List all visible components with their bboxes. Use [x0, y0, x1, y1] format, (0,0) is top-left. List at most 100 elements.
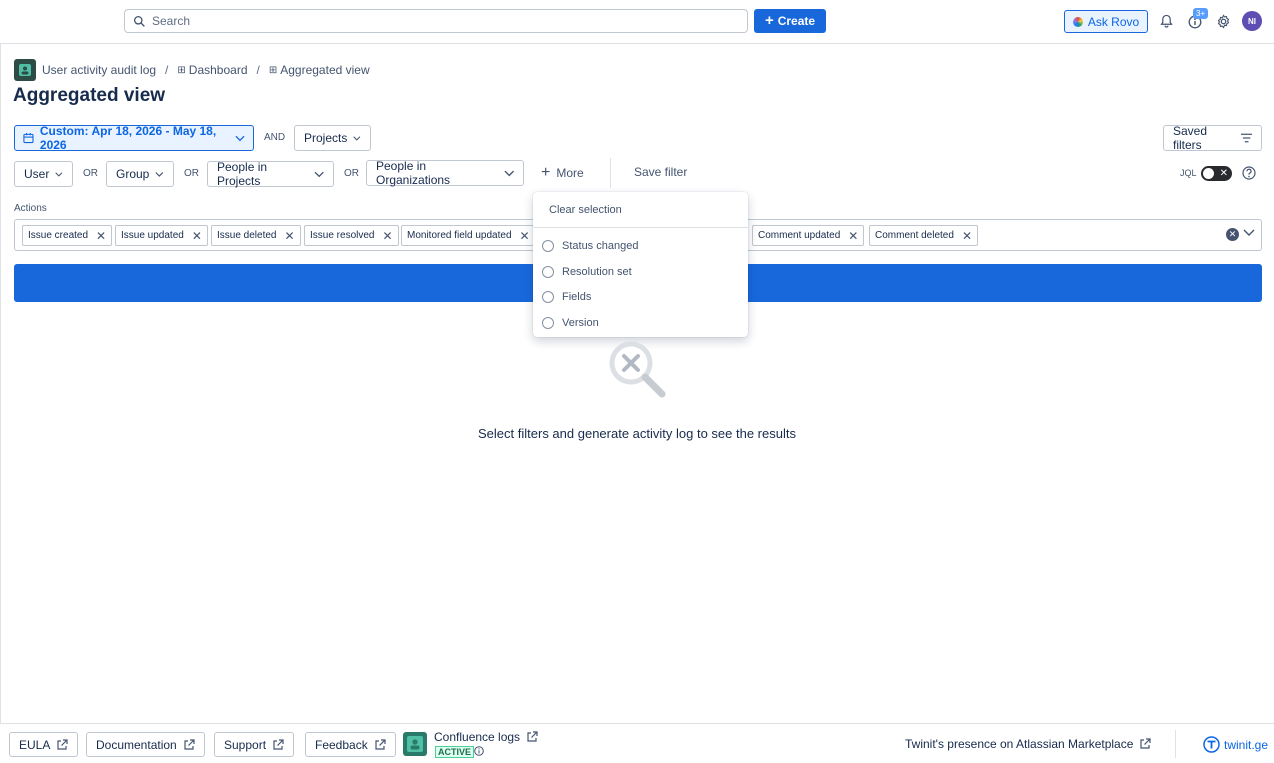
action-tag: Issue updated ✕ [115, 225, 208, 246]
tag-label: Comment deleted [875, 230, 954, 241]
create-button-label: Create [777, 14, 816, 28]
people-in-organizations-dropdown[interactable]: People in Organizations [366, 159, 524, 187]
dashboard-icon: ⊞ [177, 64, 186, 76]
documentation-label: Documentation [96, 737, 177, 752]
option-status-changed[interactable]: Status changed [542, 240, 638, 252]
radio-icon [542, 291, 554, 303]
chevron-down-icon [503, 170, 514, 176]
save-filter-button[interactable]: Save filter [634, 165, 687, 179]
toggle-knob [1203, 168, 1214, 179]
option-fields[interactable]: Fields [542, 291, 591, 303]
date-range-picker[interactable]: Custom: Apr 18, 2026 - May 18, 2026 [14, 124, 254, 152]
twinit-brand-link[interactable]: twinit.ge [1203, 736, 1268, 753]
user-dropdown[interactable]: User [14, 161, 73, 187]
actions-label: Actions [14, 203, 47, 214]
action-tag: Issue created ✕ [22, 225, 113, 246]
active-status-badge: ACTIVE [435, 746, 475, 758]
saved-filters-label: Saved filters [1173, 124, 1208, 152]
confluence-logs-app-icon [403, 732, 427, 756]
option-label: Version [562, 317, 599, 329]
help-icon[interactable] [1242, 166, 1256, 180]
search-input[interactable]: Search [124, 9, 748, 33]
info-icon[interactable] [474, 746, 484, 756]
plus-icon: + [764, 12, 774, 29]
settings-gear-icon[interactable] [1215, 13, 1231, 29]
group-dropdown[interactable]: Group [106, 161, 174, 187]
chevron-down-icon [235, 135, 245, 141]
saved-filters-button[interactable]: Saved filters [1163, 124, 1262, 152]
breadcrumb-separator: / [256, 63, 260, 77]
jql-toggle[interactable]: ✕ [1201, 166, 1232, 181]
eula-label: EULA [19, 737, 51, 752]
marketplace-label: Twinit's presence on Atlassian Marketpla… [905, 737, 1134, 751]
confluence-logs-label: Confluence logs [434, 730, 521, 744]
chevron-down-icon [353, 135, 361, 141]
tag-label: Issue resolved [310, 230, 375, 241]
option-version[interactable]: Version [542, 317, 599, 329]
action-tag: Comment deleted ✕ [869, 225, 978, 246]
clear-all-icon[interactable]: ✕ [1226, 228, 1239, 241]
remove-tag-icon[interactable]: ✕ [96, 229, 106, 243]
radio-icon [542, 266, 554, 278]
radio-icon [542, 317, 554, 329]
chevron-down-icon[interactable] [1243, 229, 1255, 237]
eula-link[interactable]: EULA [9, 732, 79, 757]
external-link-icon [273, 738, 284, 750]
tag-label: Issue deleted [217, 230, 277, 241]
remove-tag-icon[interactable]: ✕ [382, 229, 392, 243]
search-icon [133, 15, 145, 27]
external-link-icon [527, 731, 538, 742]
tag-label: Comment updated [758, 230, 841, 241]
top-navigation-bar: Search + Create Ask Rovo 3+ NI [0, 0, 1274, 44]
option-label: Status changed [562, 240, 639, 252]
option-label: Resolution set [562, 266, 632, 278]
people-in-projects-label: People in Projects [217, 160, 268, 188]
date-range-label: Custom: Apr 18, 2026 - May 18, 2026 [39, 124, 217, 152]
more-filters-button[interactable]: + More [541, 162, 584, 184]
confluence-logs-link[interactable]: Confluence logs [434, 730, 538, 744]
support-link[interactable]: Support [214, 732, 295, 757]
tag-label: Issue created [28, 230, 89, 241]
chevron-down-icon [55, 171, 63, 177]
create-button[interactable]: + Create [754, 9, 826, 33]
or-operator: OR [344, 168, 359, 179]
chevron-down-icon [314, 171, 324, 177]
ask-rovo-label: Ask Rovo [1087, 14, 1140, 29]
action-tag: Comment updated ✕ [752, 225, 865, 246]
action-tag: Monitored field updated ✕ [401, 225, 536, 246]
projects-label: Projects [304, 131, 348, 145]
remove-tag-icon[interactable]: ✕ [192, 229, 202, 243]
breadcrumb-current: Aggregated view [280, 63, 370, 77]
user-avatar[interactable]: NI [1242, 11, 1262, 31]
marketplace-link[interactable]: Twinit's presence on Atlassian Marketpla… [905, 737, 1152, 751]
remove-tag-icon[interactable]: ✕ [962, 229, 972, 243]
group-label: Group [116, 167, 150, 181]
projects-dropdown[interactable]: Projects [294, 125, 371, 151]
documentation-link[interactable]: Documentation [86, 732, 205, 757]
breadcrumb: User activity audit log / ⊞ Dashboard / … [14, 59, 370, 81]
ask-rovo-button[interactable]: Ask Rovo [1064, 10, 1148, 33]
option-resolution-set[interactable]: Resolution set [542, 266, 632, 278]
or-operator: OR [83, 168, 98, 179]
radio-icon [542, 240, 554, 252]
people-in-organizations-label: People in Organizations [376, 159, 451, 187]
clear-selection-button[interactable]: Clear selection [549, 204, 622, 216]
feedback-link[interactable]: Feedback [305, 732, 396, 757]
breadcrumb-app[interactable]: User activity audit log [42, 63, 156, 77]
option-label: Fields [562, 291, 592, 303]
user-label: User [24, 167, 50, 181]
action-tag: Issue resolved ✕ [304, 225, 399, 246]
divider [533, 227, 748, 228]
people-in-projects-dropdown[interactable]: People in Projects [207, 160, 334, 188]
rovo-logo-icon [1072, 16, 1083, 27]
filter-icon [1240, 133, 1252, 143]
notification-badge: 3+ [1193, 8, 1209, 19]
bell-icon[interactable] [1159, 14, 1173, 28]
remove-tag-icon[interactable]: ✕ [285, 229, 295, 243]
twinit-logo-icon [1203, 736, 1220, 753]
remove-tag-icon[interactable]: ✕ [520, 229, 530, 243]
page-title: Aggregated view [13, 85, 166, 106]
empty-state-message: Select filters and generate activity log… [478, 426, 796, 441]
remove-tag-icon[interactable]: ✕ [848, 229, 858, 243]
breadcrumb-dashboard[interactable]: Dashboard [189, 63, 248, 77]
